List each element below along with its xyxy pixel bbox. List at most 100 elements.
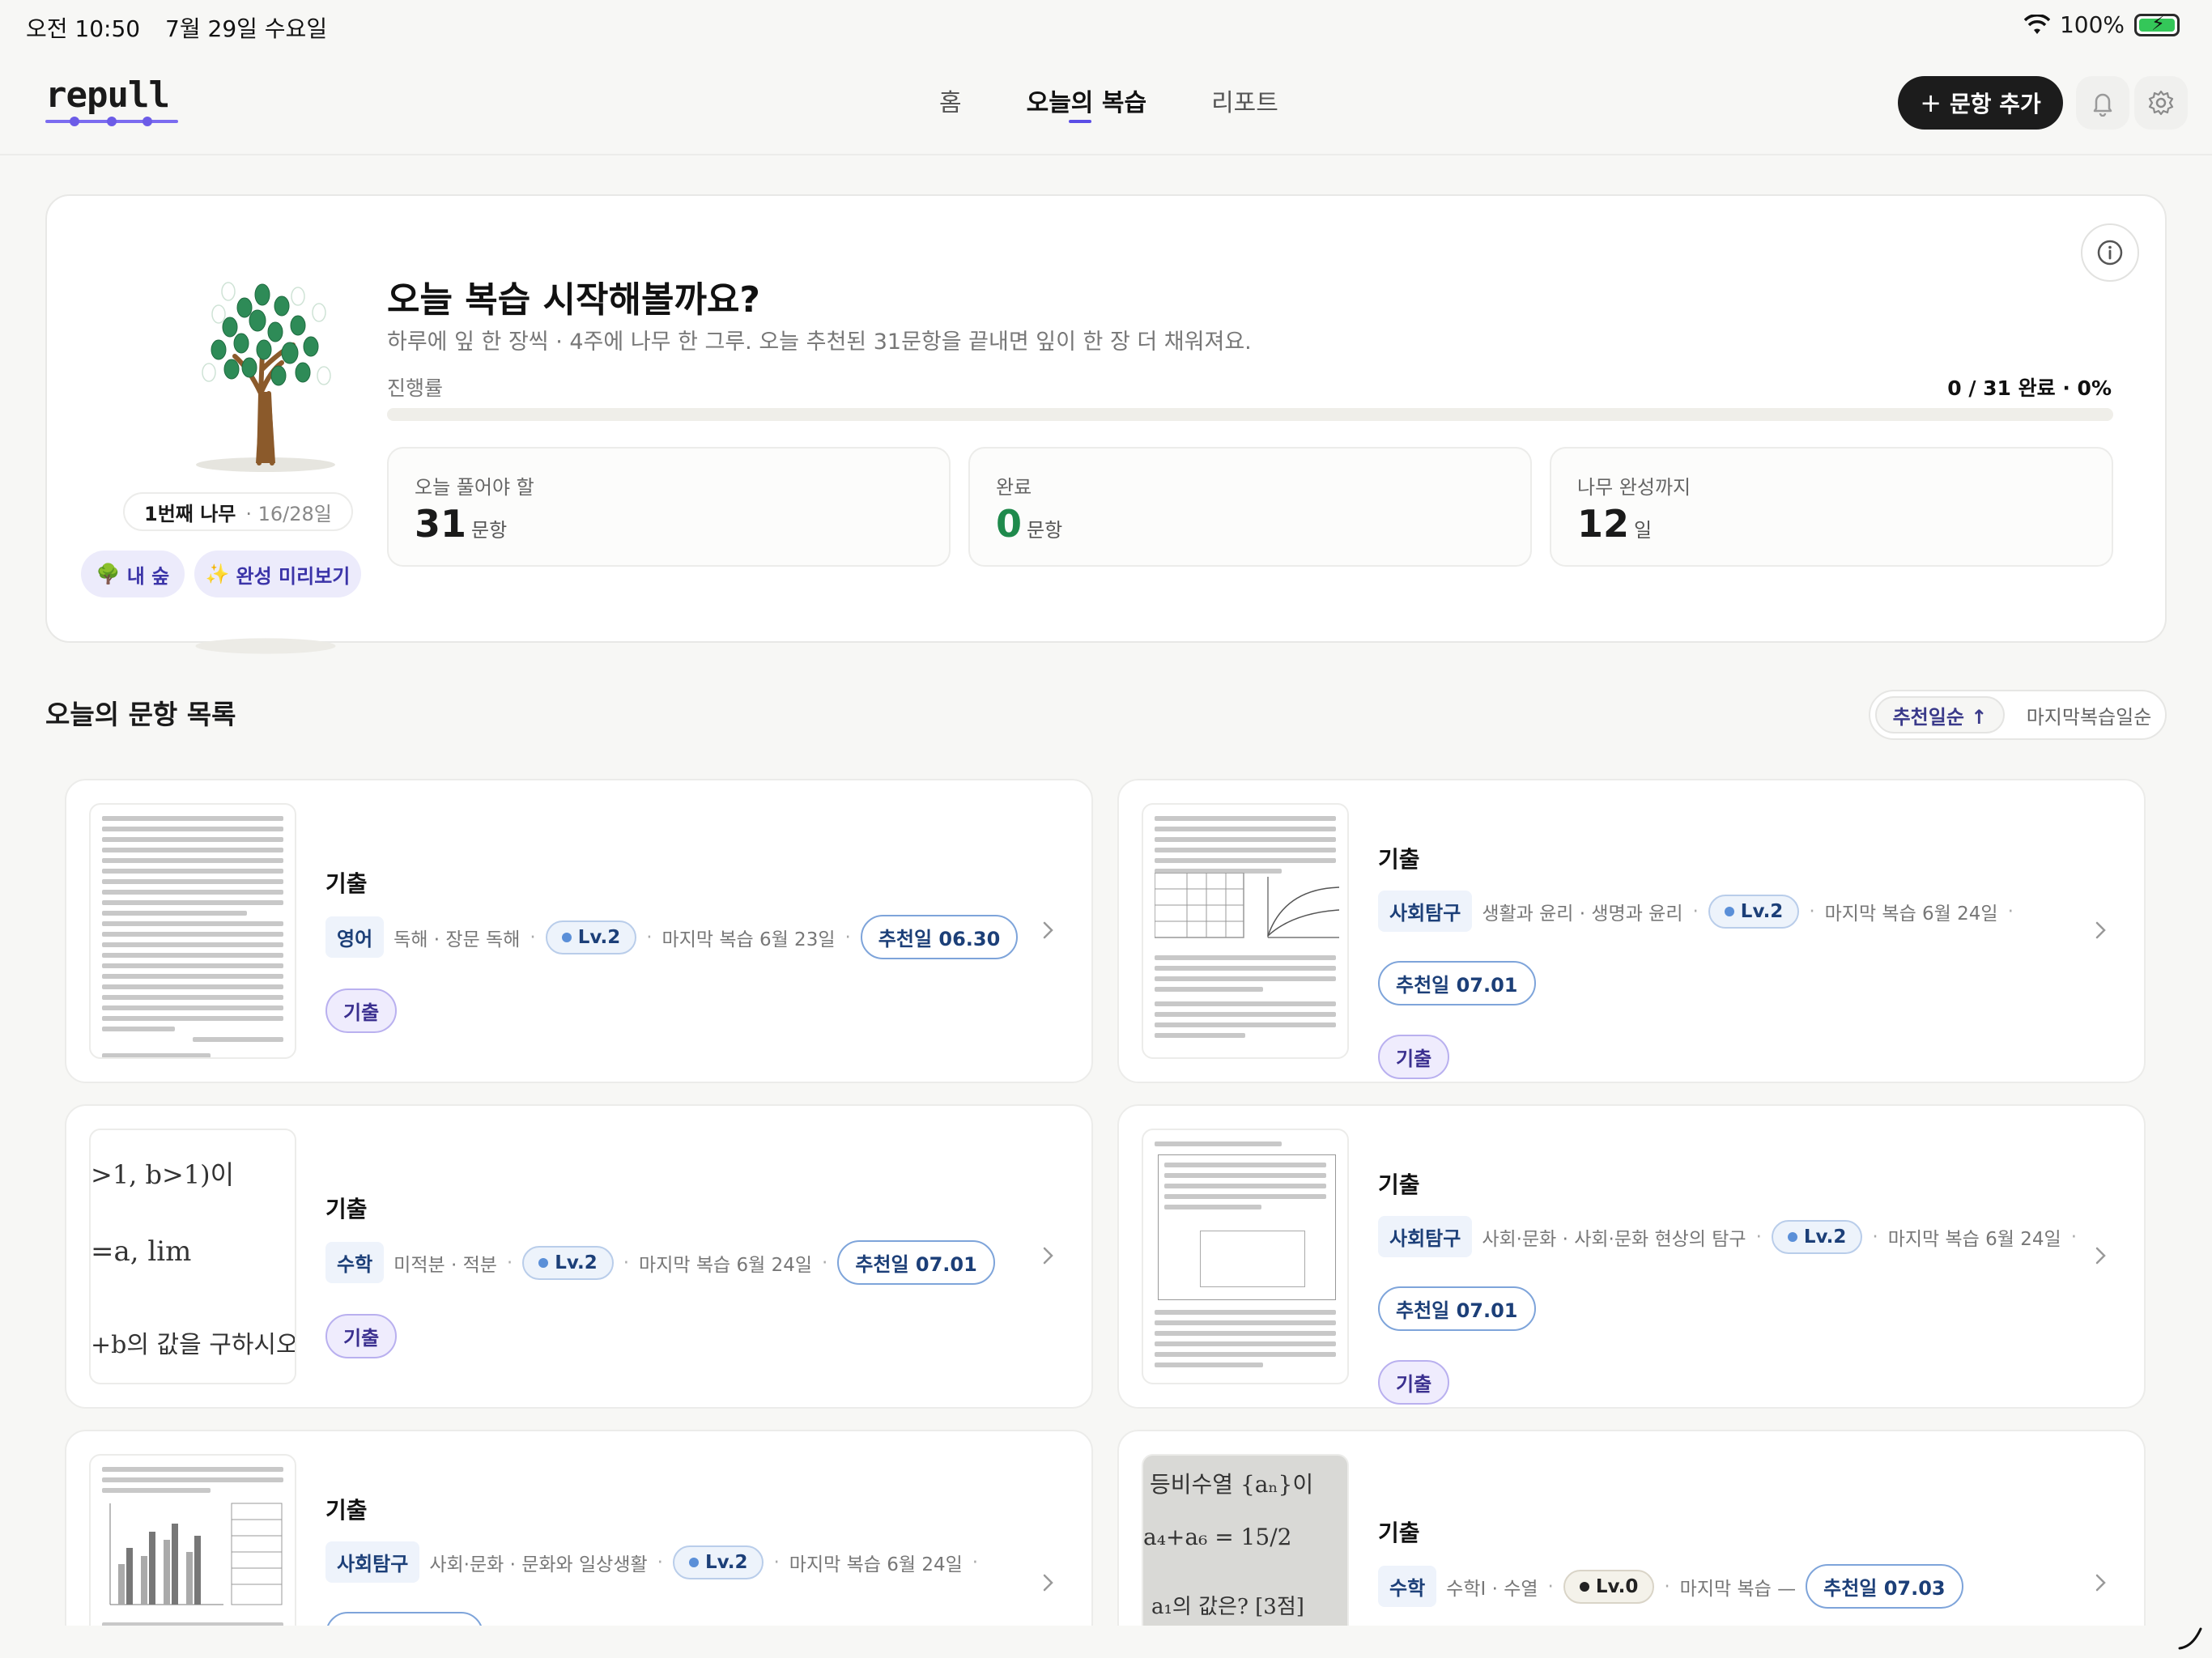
- question-title: 기출: [325, 870, 368, 897]
- past-exam-tag: 기출: [1378, 1035, 1450, 1079]
- wifi-icon: [2023, 14, 2050, 34]
- pencil-indicator-icon: [2178, 1627, 2202, 1650]
- completion-preview-label: 완성 미리보기: [236, 564, 351, 588]
- tree-emoji-icon: 🌳: [96, 563, 121, 585]
- stat-days-to-tree: 나무 완성까지 12 일: [1550, 447, 2113, 567]
- recommend-date-tag: 추천일 07.01: [1378, 1286, 1536, 1331]
- tree-day-count: · 16/28일: [245, 502, 332, 525]
- question-meta: 영어 독해 · 장문 독해 · Lv.2 · 마지막 복습 6월 23일 · 추…: [325, 915, 1038, 1033]
- nav-today-review[interactable]: 오늘의 복습: [1027, 83, 1146, 123]
- active-nav-indicator: [1068, 120, 1091, 123]
- last-review-text: 마지막 복습 6월 24일: [1824, 903, 1998, 925]
- completion-preview-button[interactable]: ✨ 완성 미리보기: [194, 551, 361, 597]
- battery-percent: 100%: [2059, 11, 2125, 38]
- chevron-right-icon: [2095, 1574, 2106, 1592]
- my-forest-label: 내 숲: [126, 564, 170, 588]
- question-card[interactable]: 기출 사회탐구 사회·문화 · 문화와 일상생활 · Lv.2 · 마지막 복습…: [65, 1430, 1093, 1658]
- recommend-date-tag: 추천일 07.03: [1806, 1564, 1963, 1609]
- chevron-right-icon: [1043, 921, 1053, 939]
- add-question-label: 문항 추가: [1950, 91, 2041, 117]
- level-badge: Lv.2: [672, 1545, 764, 1579]
- question-card[interactable]: 등비수열 {aₙ}이 a₄+a₆ = 15/2 a₁의 값은? [3점] 기출 …: [1117, 1430, 2146, 1658]
- chevron-right-icon: [1043, 1247, 1053, 1265]
- main-nav: 홈 오늘의 복습 리포트: [939, 83, 1278, 123]
- sort-by-last-review[interactable]: 마지막복습일순: [2016, 696, 2162, 733]
- logo-dot: [107, 117, 117, 126]
- level-text: Lv.2: [704, 1551, 748, 1573]
- nav-report[interactable]: 리포트: [1211, 83, 1278, 118]
- recommend-date-tag: 추천일 07.01: [837, 1240, 995, 1285]
- logo-dot: [70, 117, 79, 126]
- level-badge: Lv.2: [522, 1245, 614, 1280]
- subject-tag: 영어: [325, 916, 385, 958]
- chevron-right-icon: [2095, 921, 2106, 939]
- subject-tag: 사회탐구: [1378, 891, 1473, 932]
- subject-tag: 수학: [1378, 1566, 1437, 1607]
- progress-bar: [387, 408, 2113, 421]
- notifications-button[interactable]: [2076, 76, 2129, 130]
- level-text: Lv.2: [577, 926, 621, 948]
- today-review-summary-card: 1번째 나무 · 16/28일 🌳 내 숲 ✨ 완성 미리보기 오늘 복습 시작…: [45, 194, 2167, 654]
- thumb-math-line: +b의 값을 구하시오: [91, 1331, 296, 1359]
- info-button[interactable]: [2081, 223, 2139, 282]
- sort-by-recommended-date[interactable]: 추천일순 ↑: [1875, 696, 2005, 733]
- topic-text: 미적분 · 적분: [393, 1254, 497, 1276]
- thumb-math-line: a₄+a₆ = 15/2: [1143, 1524, 1292, 1550]
- topic-text: 사회·문화 · 문화와 일상생활: [429, 1554, 648, 1575]
- question-thumbnail: >1, b>1)이 =a, lim +b의 값을 구하시오: [89, 1129, 296, 1384]
- chevron-right-icon: [2095, 1247, 2106, 1265]
- level-text: Lv.0: [1595, 1575, 1639, 1597]
- topic-text: 독해 · 장문 독해: [393, 929, 521, 950]
- hero-title: 오늘 복습 시작해볼까요?: [387, 279, 760, 321]
- question-card[interactable]: 기출 영어 독해 · 장문 독해 · Lv.2 · 마지막 복습 6월 23일 …: [65, 779, 1093, 1083]
- tree-icon: [196, 282, 335, 472]
- sort-toggle: 추천일순 ↑ 마지막복습일순: [1869, 690, 2167, 740]
- stat-value: 0 문항: [996, 502, 1062, 546]
- question-title: 기출: [1378, 846, 1420, 873]
- status-time: 오전 10:50: [26, 15, 141, 42]
- gear-icon: [2148, 90, 2174, 116]
- plus-icon: +: [1920, 87, 1942, 118]
- stat-label: 나무 완성까지: [1577, 476, 1691, 499]
- app-logo[interactable]: repull: [45, 74, 170, 116]
- question-title: 기출: [325, 1497, 368, 1524]
- past-exam-tag: 기출: [1378, 1360, 1450, 1405]
- logo-dot: [143, 117, 152, 126]
- question-thumbnail: [89, 803, 296, 1059]
- settings-button[interactable]: [2134, 76, 2188, 130]
- question-title: 기출: [1378, 1520, 1420, 1546]
- status-time-date: 오전 10:50 7월 29일 수요일: [26, 11, 345, 44]
- stat-value: 31 문항: [415, 502, 507, 546]
- question-meta: 사회탐구 생활과 윤리 · 생명과 윤리 · Lv.2 · 마지막 복습 6월 …: [1378, 891, 2091, 1079]
- progress-value: 0 / 31 완료 · 0%: [1947, 376, 2112, 400]
- question-card[interactable]: 기출 사회탐구 사회·문화 · 사회·문화 현상의 탐구 · Lv.2 · 마지…: [1117, 1104, 2146, 1409]
- logo-underline: [45, 117, 178, 126]
- stat-unit: 문항: [1027, 519, 1063, 542]
- nav-home[interactable]: 홈: [939, 83, 962, 118]
- screen-bottom-edge: [0, 1626, 2212, 1658]
- question-card[interactable]: >1, b>1)이 =a, lim +b의 값을 구하시오 기출 수학 미적분 …: [65, 1104, 1093, 1409]
- subject-tag: 사회탐구: [1378, 1216, 1473, 1257]
- question-thumbnail: [1142, 1129, 1349, 1384]
- recommend-date-tag: 추천일 06.30: [860, 915, 1019, 959]
- battery-icon: ⚡: [2134, 11, 2180, 36]
- tree-progress-pill: 1번째 나무 · 16/28일: [123, 492, 353, 531]
- thumb-math-line: a₁의 값은? [3점]: [1151, 1595, 1304, 1619]
- stat-unit: 일: [1634, 519, 1653, 542]
- thumb-math-line: =a, lim: [91, 1235, 192, 1268]
- add-question-button[interactable]: + 문항 추가: [1898, 76, 2063, 130]
- my-forest-button[interactable]: 🌳 내 숲: [81, 551, 185, 597]
- status-bar: 오전 10:50 7월 29일 수요일 100% ⚡: [0, 0, 2212, 52]
- status-indicators: 100% ⚡: [2023, 11, 2180, 38]
- past-exam-tag: 기출: [325, 1314, 398, 1358]
- stat-number: 31: [415, 502, 467, 546]
- recommend-date-tag: 추천일 07.01: [1378, 961, 1536, 1005]
- subject-tag: 수학: [325, 1242, 385, 1283]
- past-exam-tag: 기출: [325, 988, 398, 1033]
- thumb-math-line: 등비수열 {aₙ}이: [1150, 1471, 1314, 1498]
- question-card[interactable]: 기출 사회탐구 생활과 윤리 · 생명과 윤리 · Lv.2 · 마지막 복습 …: [1117, 779, 2146, 1083]
- app-header: repull 홈 오늘의 복습 리포트 + 문항 추가: [0, 52, 2212, 155]
- stat-unit: 문항: [471, 519, 508, 542]
- charging-bolt-icon: ⚡: [2151, 11, 2165, 35]
- stat-value: 12 일: [1577, 502, 1652, 546]
